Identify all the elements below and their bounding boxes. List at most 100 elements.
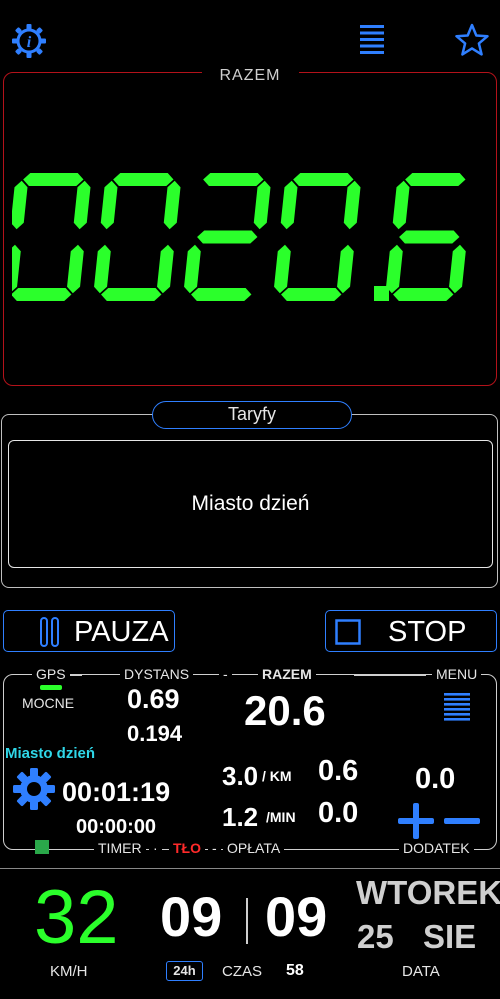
date-label: DATA — [402, 963, 440, 980]
segment-b — [253, 180, 271, 230]
weekday: WTOREK — [356, 874, 500, 911]
total-small-label: RAZEM — [258, 666, 316, 682]
segment-e — [4, 244, 21, 294]
selected-tariff[interactable]: Miasto dzień — [8, 440, 493, 568]
idle-time: 00:00:00 — [76, 816, 157, 838]
elapsed-time: 00:01:19 — [62, 777, 171, 807]
subtract-extra-button[interactable] — [444, 803, 480, 839]
minus-icon — [444, 818, 480, 824]
selected-tariff-label: Miasto dzień — [191, 492, 310, 515]
tariffs-title: Taryfy — [152, 401, 352, 429]
digit-0 — [4, 173, 91, 301]
segment-f — [10, 180, 28, 230]
pause-label: PAUZA — [74, 616, 169, 648]
total-small-value: 20.6 — [244, 687, 326, 734]
distance-main-value: 0.69 — [127, 684, 180, 714]
segment-e — [274, 244, 291, 294]
trip-info-panel: GPS DYSTANS - RAZEM MENU MOCNE 0.69 0.19… — [3, 666, 497, 856]
info-gear-button[interactable]: i — [10, 22, 48, 60]
distance-label: DYSTANS — [120, 666, 194, 682]
gear-info-icon: i — [12, 24, 46, 58]
pause-icon — [40, 617, 59, 647]
digit-3 — [274, 173, 361, 301]
stop-button[interactable]: STOP — [325, 610, 497, 652]
total-fare-display — [4, 173, 490, 303]
segment-d — [191, 288, 252, 301]
fare-label: OPŁATA — [223, 840, 285, 856]
distance-sub-value: 0.194 — [127, 721, 183, 746]
svg-text:i: i — [27, 34, 32, 51]
tariffs-panel: Taryfy Miasto dzień — [1, 401, 498, 588]
main-menu-button[interactable] — [358, 24, 386, 56]
segment-b — [73, 180, 91, 230]
rate-per-min-unit: /MIN — [266, 809, 296, 825]
segment-c — [337, 244, 354, 294]
speed-value: 32 — [34, 875, 119, 960]
gear-icon — [13, 768, 55, 810]
add-extra-button[interactable] — [398, 803, 434, 839]
rate-per-km-unit: / KM — [262, 768, 292, 784]
extra-charge-value: 0.0 — [415, 763, 456, 795]
total-label: RAZEM — [4, 67, 496, 85]
clock-hour: 09 — [160, 885, 223, 948]
favorite-button[interactable] — [454, 22, 490, 58]
segment-a — [23, 173, 84, 186]
stop-label: STOP — [388, 616, 467, 648]
segment-d — [281, 288, 342, 301]
gps-signal-text: MOCNE — [22, 695, 75, 711]
timer-status-indicator — [35, 840, 49, 854]
top-bar: i — [0, 0, 500, 70]
gps-signal-bar — [40, 685, 62, 690]
segment-a — [405, 173, 466, 186]
star-icon — [455, 23, 489, 56]
segment-b — [163, 180, 181, 230]
digit-4 — [386, 173, 466, 301]
timer-label: TIMER — [94, 840, 146, 856]
segment-g — [197, 230, 258, 244]
digit-2 — [184, 173, 271, 301]
rate-per-km: 3.0 — [222, 761, 259, 791]
segment-c — [67, 244, 84, 294]
segment-a — [293, 173, 354, 186]
segment-g — [399, 230, 460, 244]
gps-label: GPS — [32, 666, 70, 682]
segment-b — [343, 180, 361, 230]
plus-icon — [398, 803, 434, 839]
pause-button[interactable]: PAUZA — [3, 610, 175, 652]
digit-1 — [94, 173, 181, 301]
segment-d — [101, 288, 162, 301]
stop-icon — [335, 619, 361, 645]
segment-d — [11, 288, 72, 301]
total-fare-panel: RAZEM — [3, 67, 497, 386]
speed-unit: KM/H — [50, 963, 88, 980]
segment-f — [280, 180, 298, 230]
fare-distance-value: 0.6 — [318, 755, 359, 787]
segment-c — [157, 244, 174, 294]
settings-button[interactable] — [12, 767, 56, 811]
segment-f — [392, 180, 410, 230]
segment-c — [449, 244, 466, 294]
segment-a — [113, 173, 174, 186]
active-tariff-name: Miasto dzień — [5, 745, 96, 762]
clock-seconds: 58 — [286, 962, 304, 979]
segment-e — [94, 244, 111, 294]
rate-per-min: 1.2 — [222, 802, 259, 832]
decimal-point — [374, 286, 389, 301]
date-day: 25 — [357, 918, 394, 955]
menu-icon — [444, 693, 470, 721]
segment-e — [386, 244, 403, 294]
info-menu-button[interactable] — [444, 693, 472, 725]
time-format-badge[interactable]: 24h — [166, 961, 203, 981]
extra-charge-label: DODATEK — [399, 840, 474, 856]
background-label[interactable]: TŁO — [169, 840, 205, 856]
segment-a — [203, 173, 264, 186]
seven-segment-digits — [4, 173, 466, 301]
clock-separator — [246, 898, 248, 944]
bottom-separator — [0, 868, 500, 869]
segment-d — [393, 288, 454, 301]
clock-minute: 09 — [265, 885, 328, 948]
date-month: SIE — [423, 918, 477, 955]
segment-e — [184, 244, 201, 294]
segment-f — [100, 180, 118, 230]
fare-time-value: 0.0 — [318, 797, 359, 829]
